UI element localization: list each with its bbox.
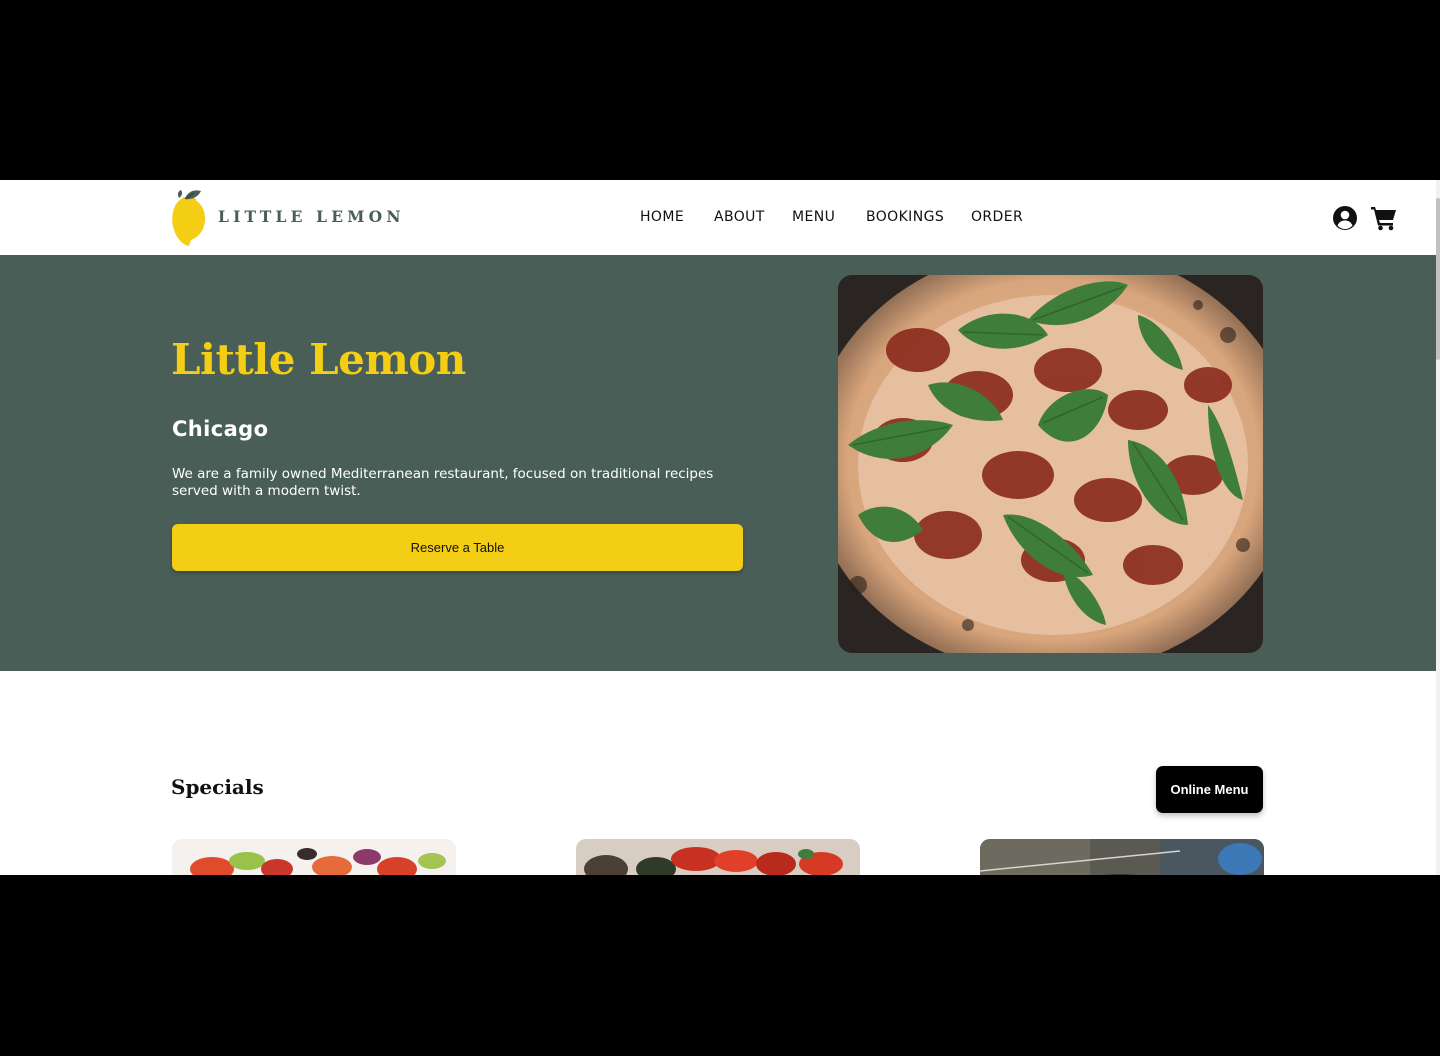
nav-order[interactable]: ORDER [971,209,1023,225]
pizza-photo [838,275,1263,653]
nav-about[interactable]: ABOUT [714,209,765,225]
bruschetta-photo[interactable] [576,839,860,875]
page-viewport: LITTLE LEMON HOME ABOUT MENU BOOKINGS OR… [0,180,1440,875]
scrollbar[interactable] [1436,180,1440,875]
site-header: LITTLE LEMON HOME ABOUT MENU BOOKINGS OR… [0,180,1436,255]
lemon-icon [172,190,205,246]
hero-title: Little Lemon [171,335,466,384]
hero-section: Little Lemon Chicago We are a family own… [0,255,1436,671]
specials-title: Specials [171,775,264,799]
online-menu-button[interactable]: Online Menu [1156,766,1263,813]
user-circle-icon[interactable] [1332,205,1358,231]
nav-home[interactable]: HOME [640,209,684,225]
scrollbar-thumb[interactable] [1436,198,1440,360]
hero-subtitle: Chicago [172,417,269,441]
logo[interactable]: LITTLE LEMON [170,188,401,248]
reserve-table-button[interactable]: Reserve a Table [172,524,743,571]
logo-text: LITTLE LEMON [218,207,405,226]
greek-salad-photo[interactable] [172,839,456,875]
hero-description: We are a family owned Mediterranean rest… [172,466,714,499]
lemon-dessert-photo[interactable] [980,839,1264,875]
shopping-cart-icon[interactable] [1370,205,1398,231]
nav-bookings[interactable]: BOOKINGS [866,209,944,225]
nav-menu[interactable]: MENU [792,209,835,225]
